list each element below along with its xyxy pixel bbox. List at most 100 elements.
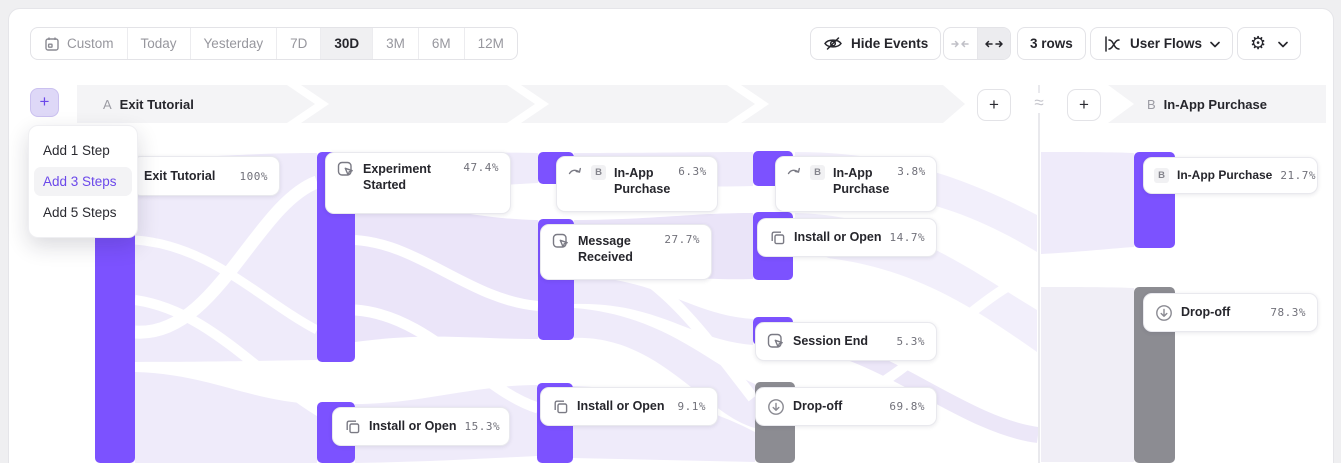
event-click-icon bbox=[767, 333, 785, 350]
date-range-label: 7D bbox=[290, 36, 307, 51]
date-range-12m[interactable]: 12M bbox=[465, 28, 517, 59]
hide-events-label: Hide Events bbox=[851, 36, 928, 51]
node-label: Install or Open bbox=[794, 229, 882, 245]
section-a-badge: A bbox=[103, 97, 112, 112]
event-click-icon bbox=[552, 233, 570, 250]
copy-squares-icon bbox=[344, 418, 361, 435]
date-range-label: 12M bbox=[478, 36, 504, 51]
flow-node-install-or-open[interactable]: Install or Open 9.1% bbox=[540, 387, 718, 426]
section-b-label: B In-App Purchase bbox=[1147, 85, 1267, 123]
node-label: Drop-off bbox=[1181, 304, 1230, 320]
flow-node-in-app-purchase-b[interactable]: B In-App Purchase 21.7% bbox=[1143, 157, 1318, 194]
arrows-inward-icon bbox=[950, 36, 970, 52]
flow-node-message-received[interactable]: Message Received 27.7% bbox=[540, 224, 712, 280]
menu-item-add-5-steps[interactable]: Add 5 Steps bbox=[34, 198, 132, 227]
flow-node-install-or-open[interactable]: Install or Open 15.3% bbox=[332, 407, 510, 446]
flow-node-install-or-open[interactable]: Install or Open 14.7% bbox=[757, 218, 937, 257]
date-range-today[interactable]: Today bbox=[128, 28, 191, 59]
b-event-badge: B bbox=[591, 165, 606, 180]
date-range-30d[interactable]: 30D bbox=[321, 28, 373, 59]
node-value: 6.3% bbox=[678, 165, 707, 178]
b-event-badge: B bbox=[1154, 168, 1169, 183]
date-range-label: Today bbox=[141, 36, 177, 51]
node-label: Drop-off bbox=[793, 398, 842, 414]
node-value: 27.7% bbox=[664, 233, 700, 246]
node-value: 100% bbox=[240, 170, 269, 183]
node-label: In-App Purchase bbox=[614, 165, 670, 198]
node-label: Install or Open bbox=[577, 398, 665, 414]
date-range-yesterday[interactable]: Yesterday bbox=[191, 28, 278, 59]
node-value: 69.8% bbox=[889, 400, 925, 413]
date-range-label: 30D bbox=[334, 36, 359, 51]
collapse-expand-control bbox=[943, 27, 1011, 60]
approx-gap-symbol: ≈ bbox=[1027, 93, 1051, 113]
section-divider bbox=[1038, 85, 1040, 463]
node-value: 21.7% bbox=[1280, 169, 1316, 182]
chevron-down-icon bbox=[1278, 40, 1288, 48]
calendar-icon bbox=[44, 36, 60, 52]
date-range-label: Yesterday bbox=[204, 36, 264, 51]
flow-node-experiment-started[interactable]: Experiment Started 47.4% bbox=[325, 152, 511, 214]
flow-node-drop-off[interactable]: Drop-off 69.8% bbox=[755, 387, 937, 426]
add-step-start-b-button[interactable]: + bbox=[1067, 89, 1101, 121]
node-value: 14.7% bbox=[890, 231, 926, 244]
rows-button[interactable]: 3 rows bbox=[1017, 27, 1086, 60]
node-label: Exit Tutorial bbox=[144, 168, 215, 184]
add-step-button-active[interactable]: + bbox=[30, 88, 59, 117]
flow-node-drop-off-b[interactable]: Drop-off 78.3% bbox=[1143, 293, 1318, 332]
date-range-3m[interactable]: 3M bbox=[373, 28, 419, 59]
node-value: 47.4% bbox=[463, 161, 499, 174]
section-b-badge: B bbox=[1147, 97, 1156, 112]
user-flows-icon bbox=[1103, 35, 1122, 53]
add-step-menu: Add 1 Step Add 3 Steps Add 5 Steps bbox=[28, 125, 138, 238]
skip-arrow-icon bbox=[568, 165, 583, 177]
copy-squares-icon bbox=[769, 229, 786, 246]
collapse-columns-button[interactable] bbox=[944, 28, 977, 59]
copy-squares-icon bbox=[552, 398, 569, 415]
expand-columns-button[interactable] bbox=[977, 28, 1011, 59]
arrows-outward-icon bbox=[984, 36, 1004, 52]
flow-node-in-app-purchase[interactable]: B In-App Purchase 3.8% bbox=[775, 156, 937, 212]
node-value: 15.3% bbox=[465, 420, 501, 433]
settings-dropdown[interactable]: ⚙ bbox=[1237, 27, 1301, 60]
flow-node-in-app-purchase[interactable]: B In-App Purchase 6.3% bbox=[556, 156, 718, 212]
node-label: In-App Purchase bbox=[833, 165, 889, 198]
menu-item-add-3-steps[interactable]: Add 3 Steps bbox=[34, 167, 132, 196]
date-range-custom[interactable]: Custom bbox=[31, 28, 128, 59]
node-label: Message Received bbox=[578, 233, 646, 266]
chart-type-label: User Flows bbox=[1130, 36, 1202, 51]
date-range-label: Custom bbox=[67, 36, 114, 51]
menu-item-add-1-step[interactable]: Add 1 Step bbox=[34, 136, 132, 165]
date-range-label: 3M bbox=[386, 36, 405, 51]
section-b-title: In-App Purchase bbox=[1164, 97, 1267, 112]
drop-off-icon bbox=[767, 398, 785, 416]
chevron-down-icon bbox=[1210, 40, 1220, 48]
date-range-7d[interactable]: 7D bbox=[277, 28, 321, 59]
section-a-title: Exit Tutorial bbox=[120, 97, 194, 112]
node-value: 78.3% bbox=[1270, 306, 1306, 319]
hide-events-button[interactable]: Hide Events bbox=[810, 27, 941, 60]
user-flows-screen: Custom Today Yesterday 7D 30D 3M 6M 12M … bbox=[0, 0, 1341, 463]
drop-off-icon bbox=[1155, 304, 1173, 322]
eye-off-icon bbox=[823, 36, 843, 51]
flow-node-exit-tutorial[interactable]: Exit Tutorial 100% bbox=[132, 156, 280, 196]
b-event-badge: B bbox=[810, 165, 825, 180]
gear-icon: ⚙ bbox=[1250, 35, 1266, 53]
skip-arrow-icon bbox=[787, 165, 802, 177]
node-value: 5.3% bbox=[897, 335, 926, 348]
node-label: Session End bbox=[793, 333, 868, 349]
date-range-control: Custom Today Yesterday 7D 30D 3M 6M 12M bbox=[30, 27, 518, 60]
node-label: Experiment Started bbox=[363, 161, 449, 194]
node-value: 3.8% bbox=[897, 165, 926, 178]
date-range-6m[interactable]: 6M bbox=[419, 28, 465, 59]
section-a-label: A Exit Tutorial bbox=[103, 85, 194, 123]
node-value: 9.1% bbox=[678, 400, 707, 413]
date-range-label: 6M bbox=[432, 36, 451, 51]
chart-type-dropdown[interactable]: User Flows bbox=[1090, 27, 1233, 60]
rows-label: 3 rows bbox=[1030, 36, 1073, 51]
node-label: Install or Open bbox=[369, 418, 457, 434]
add-step-end-a-button[interactable]: + bbox=[977, 89, 1011, 121]
node-label: In-App Purchase bbox=[1177, 168, 1272, 184]
flow-node-session-end[interactable]: Session End 5.3% bbox=[755, 322, 937, 361]
event-click-icon bbox=[337, 161, 355, 178]
